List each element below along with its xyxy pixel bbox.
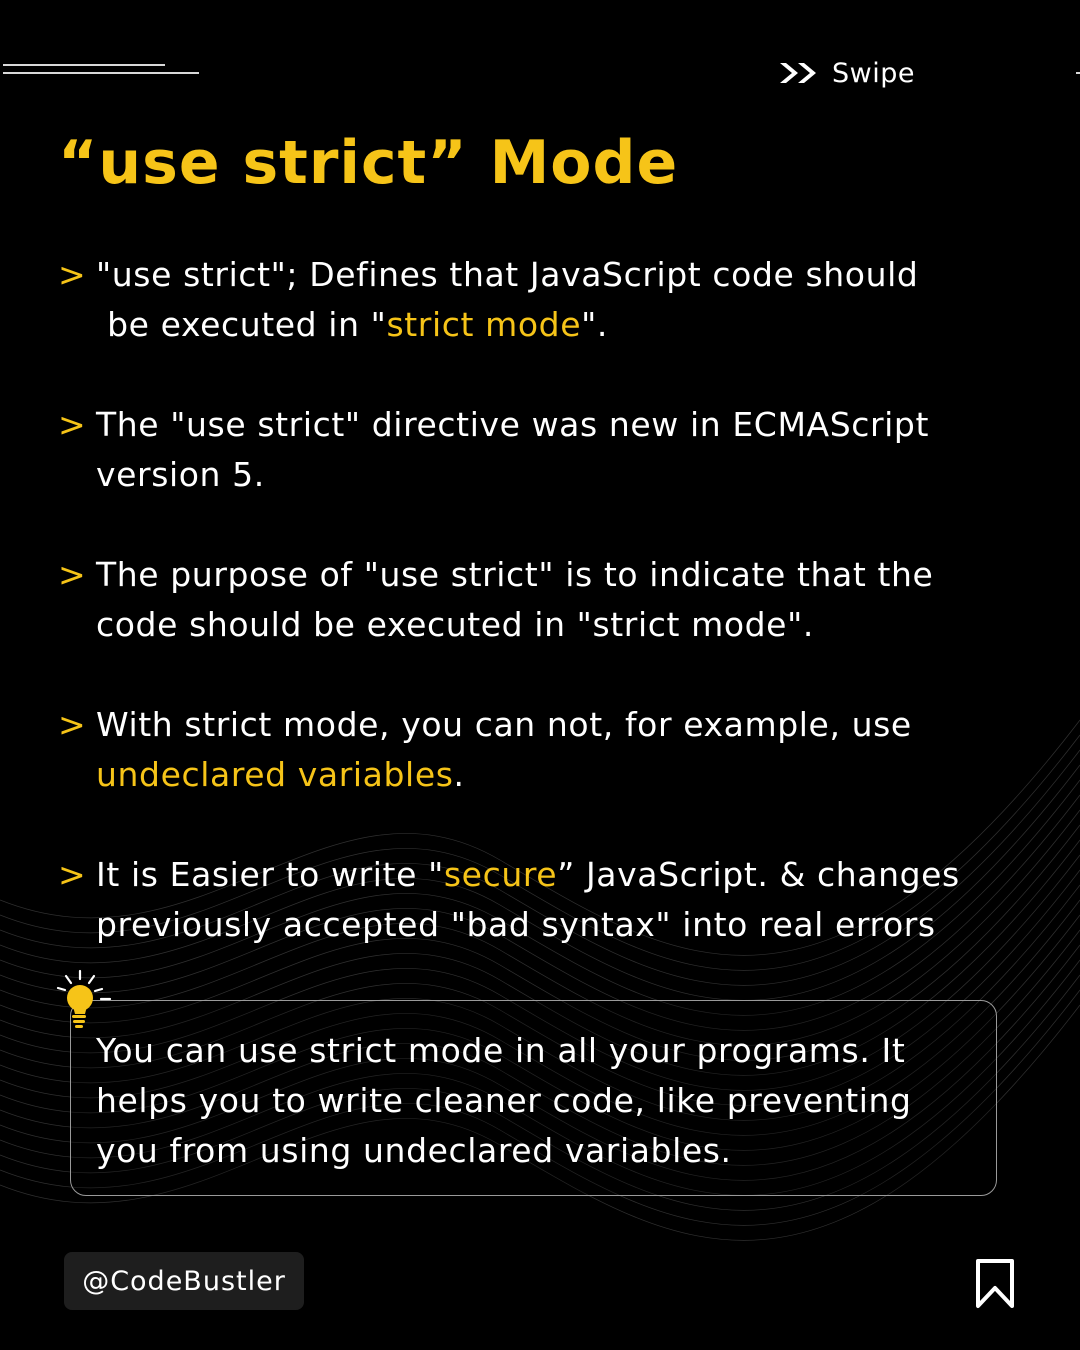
bullet-item: > The purpose of "use strict" is to indi…	[58, 550, 1018, 650]
tip-text: You can use strict mode in all your prog…	[96, 1031, 906, 1070]
bullet-arrow: >	[58, 855, 87, 894]
bullet-item: > It is Easier to write "secure” JavaScr…	[58, 850, 1018, 950]
bullet-text: The "use strict" directive was new in EC…	[96, 405, 930, 444]
bullet-text: previously accepted "bad syntax" into re…	[96, 905, 936, 944]
bullet-text: be executed in "strict mode".	[96, 305, 608, 344]
top-decorative-line-right	[1076, 72, 1080, 74]
highlight-text: undeclared variables	[96, 755, 454, 794]
swipe-label: Swipe	[832, 57, 915, 89]
double-chevron-right-icon	[780, 63, 816, 83]
lightbulb-icon	[56, 969, 112, 1028]
bullet-item: > "use strict"; Defines that JavaScript …	[58, 250, 1018, 350]
top-decorative-line	[3, 64, 165, 66]
bullet-arrow: >	[58, 405, 87, 444]
bullet-text: undeclared variables.	[96, 755, 465, 794]
tip-box: You can use strict mode in all your prog…	[70, 1000, 997, 1196]
bullet-item: > With strict mode, you can not, for exa…	[58, 700, 1018, 800]
tip-text: you from using undeclared variables.	[96, 1131, 732, 1170]
bullet-arrow: >	[58, 255, 87, 294]
bookmark-icon[interactable]	[973, 1258, 1017, 1310]
author-handle[interactable]: @CodeBustler	[64, 1252, 304, 1310]
highlight-text: secure	[443, 855, 558, 894]
bullet-text: It is Easier to write "secure” JavaScrip…	[96, 855, 960, 894]
tip-text: helps you to write cleaner code, like pr…	[96, 1081, 912, 1120]
bullet-text: "use strict"; Defines that JavaScript co…	[96, 255, 919, 294]
bullet-text: code should be executed in "strict mode"…	[96, 605, 814, 644]
bullet-item: > The "use strict" directive was new in …	[58, 400, 1018, 500]
bullet-text: The purpose of "use strict" is to indica…	[96, 555, 934, 594]
bullet-text: With strict mode, you can not, for examp…	[96, 705, 912, 744]
top-decorative-line	[3, 72, 199, 74]
bullet-text: version 5.	[96, 455, 265, 494]
bullet-arrow: >	[58, 555, 87, 594]
highlight-text: strict mode	[386, 305, 582, 344]
page-title: “use strict” Mode	[58, 128, 679, 198]
bullet-arrow: >	[58, 705, 87, 744]
swipe-indicator[interactable]: Swipe	[778, 56, 915, 90]
